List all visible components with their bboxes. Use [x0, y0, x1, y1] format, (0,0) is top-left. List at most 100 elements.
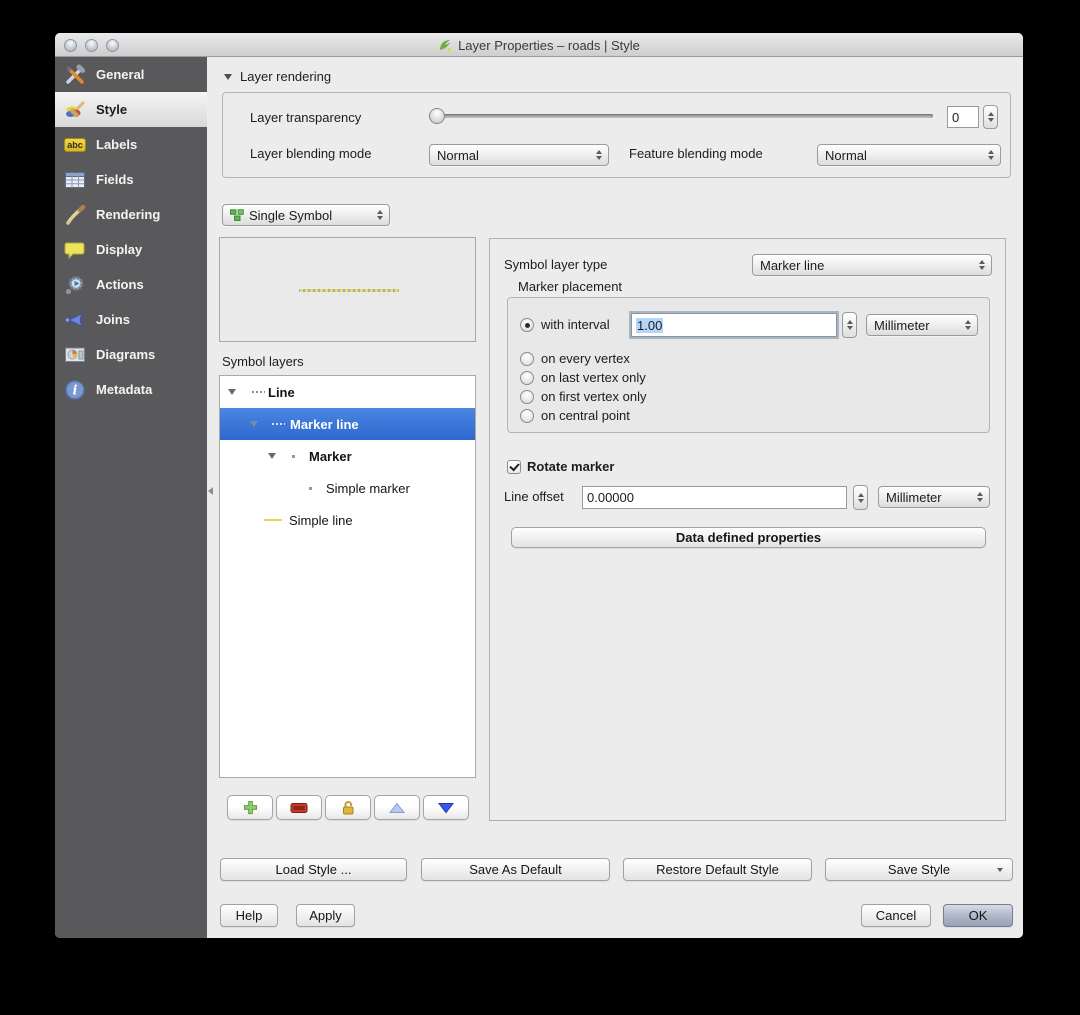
- sidebar-item-label: Style: [96, 102, 128, 117]
- with-interval-radio[interactable]: [520, 318, 534, 332]
- tree-row-label: Marker line: [290, 416, 359, 432]
- line-offset-unit-select[interactable]: Millimeter: [878, 486, 990, 508]
- tree-row-label: Simple line: [289, 512, 353, 528]
- tree-row-line[interactable]: Line: [220, 376, 475, 408]
- cancel-button[interactable]: Cancel: [861, 904, 931, 927]
- load-style-label: Load Style ...: [275, 862, 352, 877]
- step-down-icon[interactable]: [846, 326, 853, 330]
- sidebar-item-display[interactable]: Display: [55, 232, 207, 267]
- lock-icon: [340, 800, 356, 816]
- marker-placement-groupbox: with interval 1.00 Millimeter on every v…: [507, 297, 990, 433]
- line-offset-input[interactable]: 0.00000: [582, 486, 847, 509]
- plus-icon: [243, 800, 258, 815]
- expand-triangle-icon[interactable]: [228, 389, 236, 395]
- slider-track[interactable]: [429, 114, 933, 118]
- chart-diagrams-icon: [63, 344, 87, 366]
- restore-default-style-label: Restore Default Style: [656, 862, 779, 877]
- add-symbol-layer-button[interactable]: [227, 795, 273, 820]
- select-arrows-icon: [596, 150, 602, 160]
- layer-rendering-header-label: Layer rendering: [240, 69, 332, 84]
- feature-blending-mode-label: Feature blending mode: [629, 146, 763, 161]
- sidebar-item-label: Diagrams: [96, 347, 156, 362]
- table-fields-icon: [63, 169, 87, 191]
- layer-transparency-value-field[interactable]: 0: [947, 106, 979, 128]
- lock-symbol-layer-button[interactable]: [325, 795, 371, 820]
- on-central-point-radio[interactable]: [520, 409, 534, 423]
- layer-blending-mode-label: Layer blending mode: [250, 146, 372, 161]
- move-down-button[interactable]: [423, 795, 469, 820]
- renderer-type-value: Single Symbol: [249, 207, 333, 223]
- renderer-type-select[interactable]: Single Symbol: [222, 204, 390, 226]
- line-offset-stepper[interactable]: [853, 485, 868, 510]
- tree-row-marker[interactable]: Marker: [220, 440, 475, 472]
- tree-row-label: Simple marker: [326, 480, 410, 496]
- layer-blending-mode-select[interactable]: Normal: [429, 144, 609, 166]
- symbol-layers-tree: Line Marker line Marker Simple marker Si…: [219, 375, 476, 778]
- sidebar: General Style abc Labels Fields Renderin…: [55, 57, 207, 938]
- titlebar[interactable]: Layer Properties – roads | Style: [55, 33, 1023, 57]
- feature-blending-mode-select[interactable]: Normal: [817, 144, 1001, 166]
- interval-value: 1.00: [636, 317, 664, 333]
- step-up-icon[interactable]: [857, 492, 864, 497]
- on-first-vertex-only-label: on first vertex only: [541, 389, 647, 404]
- info-metadata-icon: i: [63, 379, 87, 401]
- sidebar-item-joins[interactable]: Joins: [55, 302, 207, 337]
- sidebar-item-label: General: [96, 67, 145, 82]
- sidebar-collapse-handle[interactable]: [208, 487, 213, 495]
- remove-symbol-layer-button[interactable]: [276, 795, 322, 820]
- sidebar-item-metadata[interactable]: i Metadata: [55, 372, 207, 407]
- tree-row-simple-line[interactable]: Simple line: [220, 504, 475, 536]
- apply-label: Apply: [309, 908, 342, 923]
- line-offset-value: 0.00000: [587, 490, 634, 505]
- save-as-default-button[interactable]: Save As Default: [421, 858, 610, 881]
- layer-transparency-slider[interactable]: [429, 107, 933, 125]
- sidebar-item-diagrams[interactable]: Diagrams: [55, 337, 207, 372]
- restore-default-style-button[interactable]: Restore Default Style: [623, 858, 812, 881]
- sidebar-item-style[interactable]: Style: [55, 92, 207, 127]
- interval-input[interactable]: 1.00: [631, 313, 837, 337]
- on-every-vertex-radio[interactable]: [520, 352, 534, 366]
- sidebar-item-actions[interactable]: Actions: [55, 267, 207, 302]
- save-style-dropdown-button[interactable]: Save Style: [825, 858, 1013, 881]
- step-up-icon[interactable]: [846, 320, 853, 324]
- slider-handle[interactable]: [429, 108, 445, 124]
- data-defined-properties-button[interactable]: Data defined properties: [511, 527, 986, 548]
- interval-unit-select[interactable]: Millimeter: [866, 314, 978, 336]
- ok-label: OK: [968, 908, 988, 923]
- layer-transparency-stepper[interactable]: [983, 105, 998, 129]
- layer-rendering-header[interactable]: Layer rendering: [224, 69, 331, 84]
- apply-button[interactable]: Apply: [296, 904, 355, 927]
- help-button[interactable]: Help: [220, 904, 278, 927]
- load-style-button[interactable]: Load Style ...: [220, 858, 407, 881]
- tree-row-simple-marker[interactable]: Simple marker: [220, 472, 475, 504]
- sidebar-item-fields[interactable]: Fields: [55, 162, 207, 197]
- on-first-vertex-only-radio[interactable]: [520, 390, 534, 404]
- symbol-layer-type-select[interactable]: Marker line: [752, 254, 992, 276]
- select-arrows-icon: [979, 260, 985, 270]
- tree-row-marker-line[interactable]: Marker line: [220, 408, 475, 440]
- select-arrows-icon: [977, 492, 983, 502]
- move-up-button[interactable]: [374, 795, 420, 820]
- on-last-vertex-only-label: on last vertex only: [541, 370, 646, 385]
- interval-stepper[interactable]: [842, 312, 857, 338]
- feature-blending-mode-value: Normal: [825, 147, 867, 163]
- expand-triangle-icon[interactable]: [250, 421, 258, 427]
- select-arrows-icon: [988, 150, 994, 160]
- step-up-icon[interactable]: [987, 112, 994, 116]
- step-down-icon[interactable]: [857, 498, 864, 503]
- tools-icon: [63, 64, 87, 86]
- window-title-text: Layer Properties – roads | Style: [458, 37, 640, 53]
- interval-unit-value: Millimeter: [874, 317, 930, 333]
- abc-labels-icon: abc: [63, 134, 87, 156]
- simple-line-symbol-icon: [264, 519, 282, 521]
- ok-button[interactable]: OK: [943, 904, 1013, 927]
- sidebar-item-labels[interactable]: abc Labels: [55, 127, 207, 162]
- sidebar-item-general[interactable]: General: [55, 57, 207, 92]
- rotate-marker-checkbox[interactable]: [507, 460, 521, 474]
- expand-triangle-icon[interactable]: [268, 453, 276, 459]
- sidebar-item-rendering[interactable]: Rendering: [55, 197, 207, 232]
- on-last-vertex-only-radio[interactable]: [520, 371, 534, 385]
- step-down-icon[interactable]: [987, 118, 994, 122]
- paintbrush-style-icon: [63, 99, 87, 121]
- sidebar-item-label: Actions: [96, 277, 144, 292]
